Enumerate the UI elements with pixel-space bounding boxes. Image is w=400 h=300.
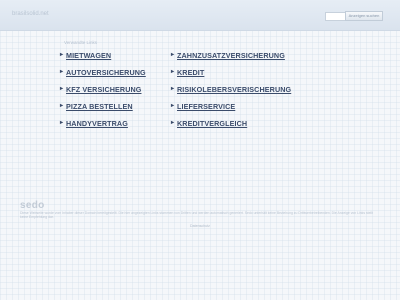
link-lieferservice[interactable]: LIEFERSERVICE [171,102,235,111]
link-zahnzusatzversicherung[interactable]: ZAHNZUSATZVERSICHERUNG [171,51,285,60]
link-kreditvergleich[interactable]: KREDITVERGLEICH [171,119,247,128]
link-mietwagen[interactable]: MIETWAGEN [60,51,111,60]
domain-name: brasilsolid.net [12,11,49,17]
link-autoversicherung[interactable]: AUTOVERSICHERUNG [60,68,146,77]
footer-disclaimer: Diese Webseite wurde vom Inhaber dieser … [20,211,373,220]
link-pizza-bestellen[interactable]: PIZZA BESTELLEN [60,102,133,111]
link-risikolebensversicherung[interactable]: RISIKOLEBERSVERISCHERUNG [171,85,291,94]
page: { "header": { "domain": "brasilsolid.net… [0,0,400,300]
search-button[interactable]: Anzeigen suchen [345,11,383,21]
top-bar: brasilsolid.net Anzeigen suchen [0,0,400,31]
link-kfz-versicherung[interactable]: KFZ VERSICHERUNG [60,85,141,94]
privacy-link[interactable]: Datenschutz [190,224,210,228]
sedo-logo: sedo [20,200,45,211]
link-kredit[interactable]: KREDIT [171,68,204,77]
related-links-heading: Verwandte Links [64,40,98,45]
link-handyvertrag[interactable]: HANDYVERTRAG [60,119,128,128]
